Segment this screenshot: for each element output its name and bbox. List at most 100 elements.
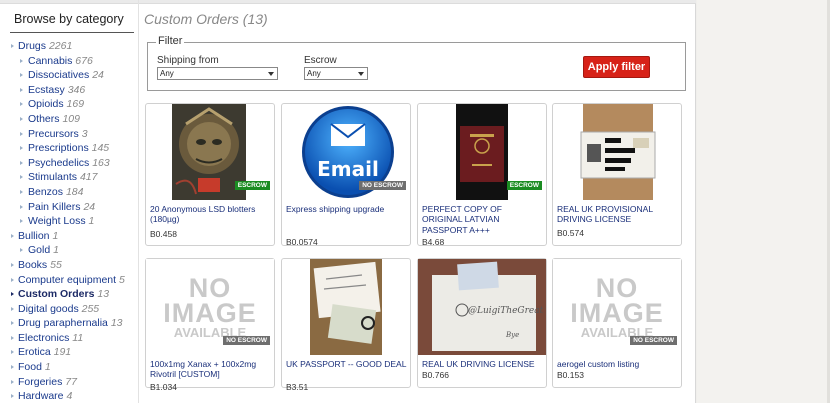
sidebar-item-psychedelics[interactable]: Psychedelics 163 xyxy=(10,156,134,171)
sidebar-item-count: 417 xyxy=(79,171,98,184)
listing-card[interactable]: ESCROW PERFECT COPY OF ORIGINAL LATVIAN P… xyxy=(417,103,547,247)
listing-price: B3.51 xyxy=(286,382,309,392)
escrow-select[interactable]: Any xyxy=(304,67,368,80)
sidebar-item-count: 24 xyxy=(92,69,104,82)
sidebar-item-link[interactable]: Bullion xyxy=(18,230,50,242)
sidebar-item-link[interactable]: Others xyxy=(28,113,60,125)
listing-card[interactable]: REAL UK PROVISIONAL DRIVING LICENSE B0.57… xyxy=(552,103,682,246)
sidebar-item-link[interactable]: Erotica xyxy=(18,346,51,358)
sidebar-item-count: 1 xyxy=(52,229,59,242)
sidebar-item-pain-killers[interactable]: Pain Killers 24 xyxy=(10,200,134,215)
sidebar-item-digital-goods[interactable]: Digital goods 255 xyxy=(10,302,134,317)
listing-title-link[interactable]: 20 Anonymous LSD blotters (180µg) xyxy=(150,204,272,225)
sidebar-item-link[interactable]: Hardware xyxy=(18,390,64,402)
listing-card[interactable]: UK PASSPORT -- GOOD DEAL B3.51 xyxy=(281,258,411,392)
listing-thumbnail[interactable]: @LuigiTheGreat Bye xyxy=(418,259,546,355)
sidebar-item-precursors[interactable]: Precursors 3 xyxy=(10,127,134,142)
sidebar-item-count: 1 xyxy=(88,215,95,228)
sidebar-item-link[interactable]: Electronics xyxy=(18,332,69,344)
sidebar-item-link[interactable]: Forgeries xyxy=(18,376,62,388)
svg-text:Bye: Bye xyxy=(505,331,519,339)
sidebar-item-link[interactable]: Opioids xyxy=(28,98,64,110)
sidebar-item-ecstasy[interactable]: Ecstasy 346 xyxy=(10,83,134,98)
sidebar-item-dissociatives[interactable]: Dissociatives 24 xyxy=(10,68,134,83)
listing-title-link[interactable]: PERFECT COPY OF ORIGINAL LATVIAN PASSPOR… xyxy=(422,204,544,235)
sidebar-item-link[interactable]: Psychedelics xyxy=(28,157,89,169)
sidebar-item-link[interactable]: Stimulants xyxy=(28,171,77,183)
sidebar-item-count: 184 xyxy=(65,185,84,198)
sidebar-item-link[interactable]: Weight Loss xyxy=(28,215,86,227)
sidebar-item-hardware[interactable]: Hardware 4 xyxy=(10,389,134,403)
sidebar-item-link[interactable]: Gold xyxy=(28,244,50,256)
listing-price: B1.034 xyxy=(150,382,177,392)
product-photo xyxy=(310,259,382,355)
listing-card[interactable]: NO IMAGE AVAILABLE NO ESCROW aerogel custom … xyxy=(552,258,682,388)
listing-title-link[interactable]: aerogel custom listing xyxy=(557,359,679,369)
sidebar-item-weight-loss[interactable]: Weight Loss 1 xyxy=(10,214,134,229)
page: Browse by category Drugs 2261 Cannabis 67… xyxy=(0,0,696,403)
sidebar-item-count: 13 xyxy=(110,317,123,330)
sidebar-item-link[interactable]: Books xyxy=(18,259,47,271)
sidebar-item-link[interactable]: Custom Orders xyxy=(18,288,94,300)
sidebar-item-computer-equipment[interactable]: Computer equipment 5 xyxy=(10,273,134,288)
sidebar-item-count: 163 xyxy=(92,156,110,169)
escrow-badge: NO ESCROW xyxy=(359,181,406,190)
sidebar-item-link[interactable]: Dissociatives xyxy=(28,69,89,81)
sidebar-item-link[interactable]: Precursors xyxy=(28,128,79,140)
sidebar-item-electronics[interactable]: Electronics 11 xyxy=(10,331,134,346)
sidebar-item-gold[interactable]: Gold 1 xyxy=(10,243,134,258)
sidebar-item-drugs[interactable]: Drugs 2261 xyxy=(10,39,134,54)
sidebar-item-forgeries[interactable]: Forgeries 77 xyxy=(10,375,134,390)
escrow-label: Escrow xyxy=(304,55,337,66)
apply-filter-button[interactable]: Apply filter xyxy=(583,56,650,78)
sidebar-item-count: 5 xyxy=(118,273,125,286)
sidebar-item-count: 55 xyxy=(50,258,62,271)
listing-card[interactable]: NO IMAGE AVAILABLE NO ESCROW 100x1mg Xanax +… xyxy=(145,258,275,392)
sidebar-item-bullion[interactable]: Bullion 1 xyxy=(10,229,134,244)
escrow-badge: ESCROW xyxy=(506,181,542,190)
listing-title-link[interactable]: UK PASSPORT -- GOOD DEAL xyxy=(286,359,408,369)
sidebar-item-others[interactable]: Others 109 xyxy=(10,112,134,127)
sidebar-item-stimulants[interactable]: Stimulants 417 xyxy=(10,170,134,185)
sidebar-item-books[interactable]: Books 55 xyxy=(10,258,134,273)
no-image-text: IMAGE xyxy=(163,297,257,328)
category-sidebar: Browse by category Drugs 2261 Cannabis 67… xyxy=(10,8,134,403)
product-photo: @LuigiTheGreat Bye xyxy=(418,259,546,355)
listing-title-link[interactable]: 100x1mg Xanax + 100x2mg Rivotril [CUSTOM… xyxy=(150,359,272,380)
listing-title-link[interactable]: Express shipping upgrade xyxy=(286,204,408,214)
sidebar-item-opioids[interactable]: Opioids 169 xyxy=(10,97,134,112)
sidebar-item-link[interactable]: Drugs xyxy=(18,40,46,52)
sidebar-item-food[interactable]: Food 1 xyxy=(10,360,134,375)
sidebar-item-link[interactable]: Digital goods xyxy=(18,303,79,315)
sidebar-item-link[interactable]: Drug paraphernalia xyxy=(18,317,108,329)
sidebar-item-erotica[interactable]: Erotica 191 xyxy=(10,345,134,360)
sidebar-item-cannabis[interactable]: Cannabis 676 xyxy=(10,54,134,69)
sidebar-item-count: 109 xyxy=(62,112,80,125)
sidebar-item-count: 13 xyxy=(97,288,110,301)
sidebar-item-prescriptions[interactable]: Prescriptions 145 xyxy=(10,141,134,156)
sidebar-item-link[interactable]: Prescriptions xyxy=(28,142,89,154)
sidebar-item-count: 191 xyxy=(53,346,72,359)
sidebar-item-count: 2261 xyxy=(48,40,73,52)
chevron-down-icon xyxy=(358,72,364,76)
no-image-text: NO xyxy=(188,272,232,303)
sidebar-item-custom-orders[interactable]: Custom Orders 13 xyxy=(10,287,134,302)
listing-card[interactable]: @LuigiTheGreat Bye REAL UK DRIVING LICENSE… xyxy=(417,258,547,388)
sidebar-item-drug-paraphernalia[interactable]: Drug paraphernalia 13 xyxy=(10,316,134,331)
sidebar-item-link[interactable]: Cannabis xyxy=(28,55,72,67)
listing-title-link[interactable]: REAL UK DRIVING LICENSE xyxy=(422,359,544,369)
sidebar-item-link[interactable]: Pain Killers xyxy=(28,201,81,213)
sidebar-item-link[interactable]: Ecstasy xyxy=(28,84,65,96)
listing-card[interactable]: Email NO ESCROW Express shipping upgrade B0… xyxy=(281,103,411,247)
sidebar-item-link[interactable]: Benzos xyxy=(28,186,63,198)
listing-thumbnail[interactable] xyxy=(553,104,681,200)
listing-thumbnail[interactable] xyxy=(282,259,410,355)
sidebar-item-benzos[interactable]: Benzos 184 xyxy=(10,185,134,200)
listing-card[interactable]: ESCROW 20 Anonymous LSD blotters (180µg) B… xyxy=(145,103,275,246)
shipping-from-select[interactable]: Any xyxy=(157,67,278,80)
shipping-from-label: Shipping from xyxy=(157,55,219,66)
sidebar-item-count: 255 xyxy=(81,302,100,315)
listing-title-link[interactable]: REAL UK PROVISIONAL DRIVING LICENSE xyxy=(557,204,679,225)
sidebar-item-link[interactable]: Computer equipment xyxy=(18,274,116,286)
sidebar-item-link[interactable]: Food xyxy=(18,361,42,373)
